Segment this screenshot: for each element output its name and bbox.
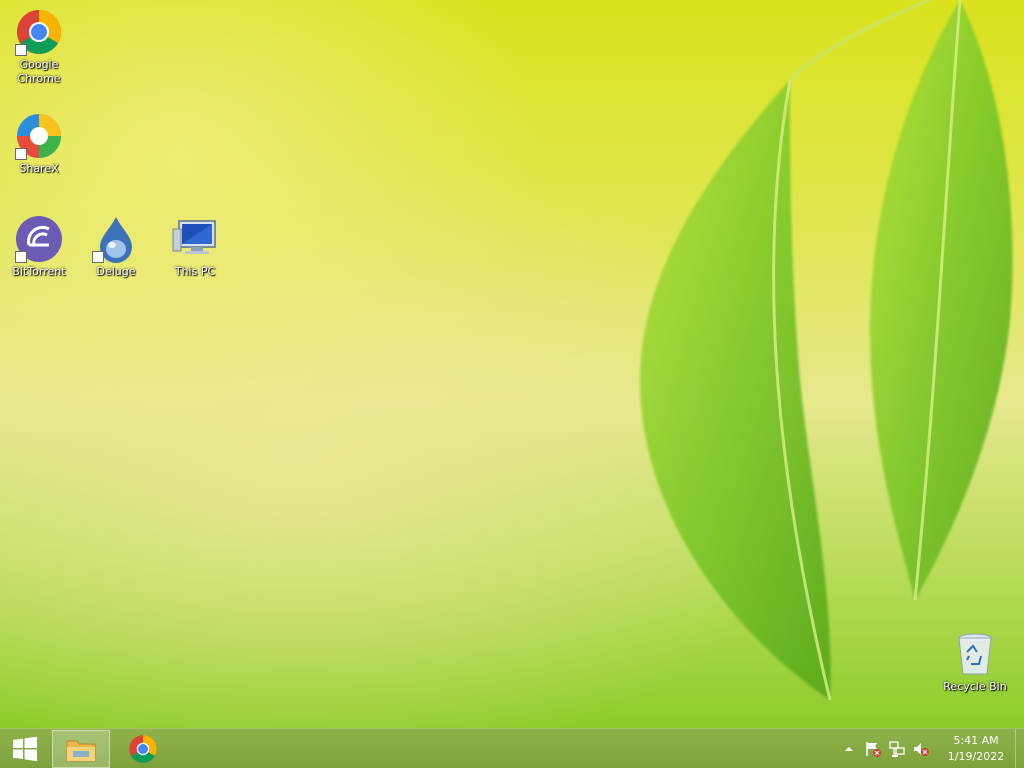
shortcut-arrow-icon bbox=[15, 148, 27, 160]
desktop-icon-label: Recycle Bin bbox=[943, 680, 1007, 693]
desktop-icon-recycle-bin[interactable]: Recycle Bin bbox=[937, 630, 1013, 694]
bittorrent-icon bbox=[15, 215, 63, 263]
network-icon bbox=[889, 741, 905, 757]
desktop-icon-label: Google Chrome bbox=[17, 58, 61, 85]
desktop-icon-label: Deluge bbox=[96, 265, 136, 278]
volume-button[interactable] bbox=[909, 729, 933, 769]
show-hidden-icons-icon bbox=[845, 747, 853, 751]
taskbar-chrome-button[interactable] bbox=[114, 730, 172, 768]
desktop-icon-label: BitTorrent bbox=[12, 265, 66, 278]
deluge-icon bbox=[92, 215, 140, 263]
desktop-icon-label: This PC bbox=[174, 265, 216, 278]
taskbar: 5:41 AM 1/19/2022 bbox=[0, 728, 1024, 769]
volume-muted-icon bbox=[914, 743, 929, 756]
action-center-button[interactable] bbox=[861, 729, 885, 769]
shortcut-arrow-icon bbox=[15, 251, 27, 263]
shortcut-arrow-icon bbox=[92, 251, 104, 263]
clock-time: 5:41 AM bbox=[953, 734, 999, 747]
computer-icon bbox=[171, 215, 219, 263]
system-tray: 5:41 AM 1/19/2022 bbox=[837, 729, 1024, 769]
desktop-icon-deluge[interactable]: Deluge bbox=[78, 215, 154, 279]
desktop-icon-bittorrent[interactable]: BitTorrent bbox=[1, 215, 77, 279]
clock-date: 1/19/2022 bbox=[947, 750, 1005, 763]
windows-logo-icon bbox=[13, 736, 37, 762]
show-desktop-button[interactable] bbox=[1015, 729, 1024, 769]
start-button[interactable] bbox=[0, 730, 50, 768]
leaf-left bbox=[640, 80, 831, 700]
taskbar-clock[interactable]: 5:41 AM 1/19/2022 bbox=[937, 733, 1015, 765]
desktop-icon-this-pc[interactable]: This PC bbox=[157, 215, 233, 279]
desktop-icon-label: ShareX bbox=[19, 162, 59, 175]
shortcut-arrow-icon bbox=[15, 44, 27, 56]
desktop[interactable]: Google Chrome ShareX BitTorrent Deluge T… bbox=[0, 0, 1024, 728]
chrome-icon bbox=[15, 8, 63, 56]
show-hidden-icons-button[interactable] bbox=[837, 729, 861, 769]
chrome-icon bbox=[129, 735, 157, 763]
desktop-icon-sharex[interactable]: ShareX bbox=[1, 112, 77, 176]
wallpaper-leaves bbox=[640, 0, 1013, 701]
file-explorer-icon bbox=[66, 740, 96, 762]
action-center-flag-icon bbox=[866, 742, 881, 757]
sharex-icon bbox=[15, 112, 63, 160]
network-button[interactable] bbox=[885, 729, 909, 769]
recycle-bin-icon bbox=[951, 630, 999, 678]
leaf-right bbox=[870, 0, 1013, 600]
desktop-icon-chrome[interactable]: Google Chrome bbox=[1, 8, 77, 86]
taskbar-file-explorer-button[interactable] bbox=[52, 730, 110, 768]
